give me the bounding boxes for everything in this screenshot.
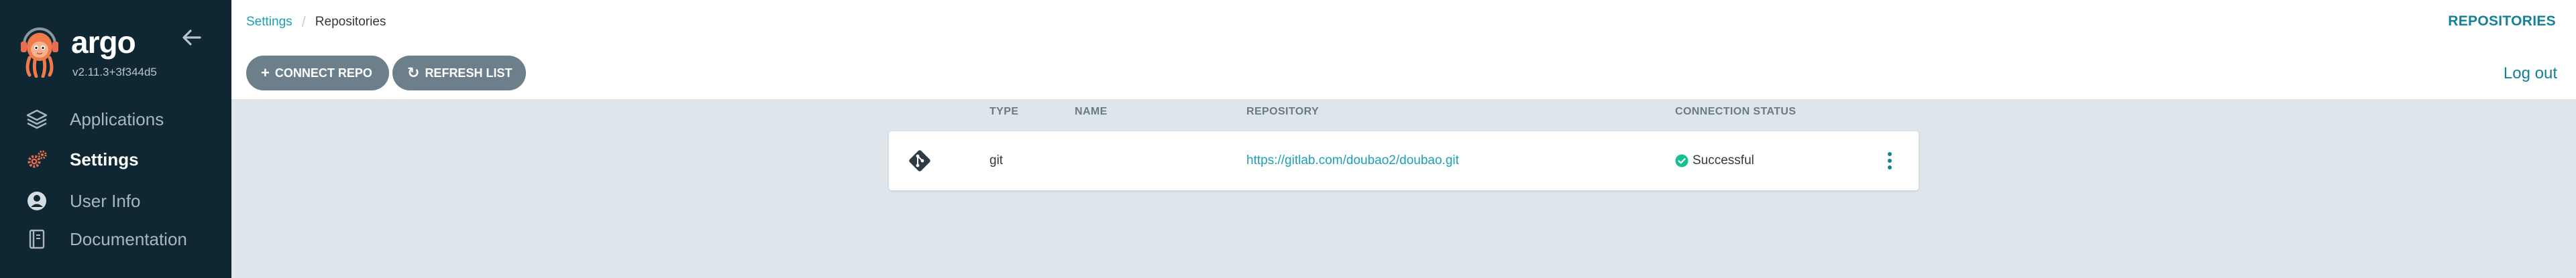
column-header-name: NAME (1075, 106, 1108, 117)
sidebar: argo v2.11.3+3f344d5 Applications Settin… (0, 0, 231, 278)
book-icon (25, 228, 48, 251)
sidebar-item-label: Applications (70, 109, 164, 129)
sidebar-item-label: Documentation (70, 228, 187, 249)
argo-octopus-logo-icon (21, 27, 58, 78)
sidebar-item-user-info[interactable]: User Info (0, 180, 231, 222)
collapse-sidebar-arrow-icon[interactable] (180, 25, 204, 50)
refresh-list-button[interactable]: ↻ REFRESH LIST (392, 56, 526, 90)
row-actions-menu-icon[interactable] (1883, 148, 1896, 173)
layers-icon (25, 108, 48, 131)
app-version: v2.11.3+3f344d5 (72, 66, 157, 78)
top-bar: Settings / Repositories REPOSITORIES + C… (231, 0, 2576, 99)
git-icon (909, 150, 930, 171)
repo-type: git (989, 153, 1004, 167)
sidebar-item-documentation[interactable]: Documentation (0, 222, 231, 256)
column-header-connection-status: CONNECTION STATUS (1675, 106, 1796, 117)
logout-link[interactable]: Log out (2504, 64, 2557, 83)
breadcrumb-separator: / (301, 13, 306, 30)
connect-repo-label: CONNECT REPO (274, 66, 372, 80)
plus-icon: + (261, 64, 270, 81)
breadcrumb-current: Repositories (315, 15, 386, 29)
sidebar-item-applications[interactable]: Applications (0, 99, 231, 139)
check-circle-icon (1675, 154, 1688, 167)
sidebar-item-label: Settings (70, 149, 139, 169)
connect-repo-button[interactable]: + CONNECT REPO (246, 56, 389, 90)
repo-url-link[interactable]: https://gitlab.com/doubao2/doubao.git (1246, 153, 1459, 168)
column-header-type: TYPE (989, 106, 1019, 117)
gears-icon (25, 148, 48, 171)
column-header-repository: REPOSITORY (1246, 106, 1320, 117)
table-row[interactable]: git https://gitlab.com/doubao2/doubao.gi… (889, 131, 1919, 190)
app-name: argo (71, 25, 136, 60)
breadcrumb: Settings / Repositories (246, 13, 386, 31)
sidebar-nav: Applications Settings User Info Document… (0, 99, 231, 256)
connection-status-text: Successful (1693, 153, 1754, 167)
breadcrumb-settings-link[interactable]: Settings (246, 15, 292, 29)
refresh-icon: ↻ (407, 64, 420, 81)
sidebar-item-settings[interactable]: Settings (0, 139, 231, 180)
connection-status: Successful (1675, 153, 1754, 168)
page-title: REPOSITORIES (2448, 13, 2556, 29)
refresh-list-label: REFRESH LIST (425, 66, 513, 80)
user-circle-icon (25, 190, 48, 212)
table-header: TYPE NAME REPOSITORY CONNECTION STATUS (889, 106, 1919, 122)
sidebar-item-label: User Info (70, 190, 141, 211)
